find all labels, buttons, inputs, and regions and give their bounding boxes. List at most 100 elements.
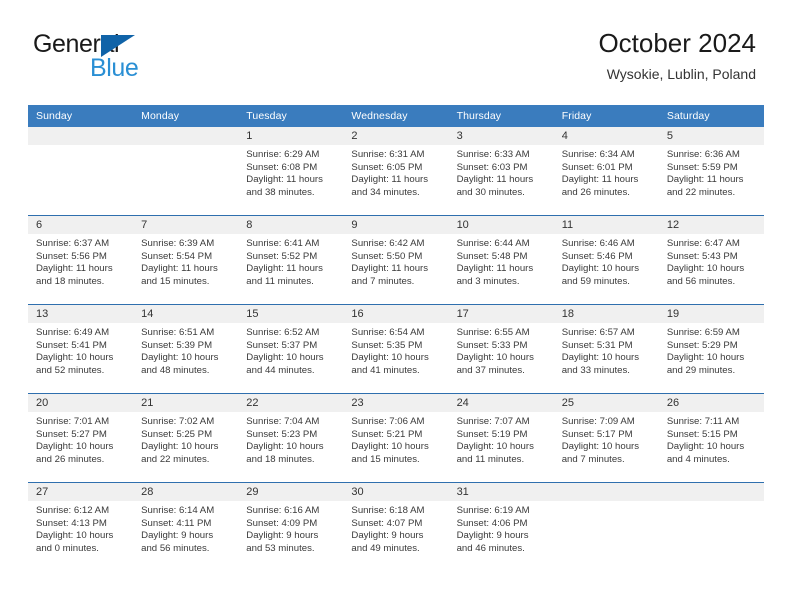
sunrise-text: Sunrise: 6:59 AM	[666, 327, 740, 338]
sunrise-text: Sunrise: 6:55 AM	[456, 327, 530, 338]
sunrise-text: Sunrise: 6:33 AM	[456, 149, 530, 160]
day-number: 17	[448, 305, 554, 323]
calendar-day-cell[interactable]: 9 Sunrise: 6:42 AM Sunset: 5:50 PM Daylight…	[343, 216, 449, 305]
sunset-text: Sunset: 5:35 PM	[351, 339, 423, 351]
day-cell-inner	[28, 127, 134, 215]
day-number: 12	[658, 216, 764, 234]
daylight-text-line1: Daylight: 10 hours	[456, 352, 534, 364]
daylight-text-line1: Daylight: 10 hours	[561, 263, 640, 275]
daylight-text-line1: Daylight: 9 hours	[246, 530, 319, 542]
sunrise-text: Sunrise: 6:19 AM	[456, 505, 530, 516]
calendar-day-cell[interactable]: 4 Sunrise: 6:34 AM Sunset: 6:01 PM Daylight…	[553, 127, 659, 216]
calendar-day-cell[interactable]: 8 Sunrise: 6:41 AM Sunset: 5:52 PM Daylight…	[238, 216, 344, 305]
calendar-day-cell[interactable]: 5 Sunrise: 6:36 AM Sunset: 5:59 PM Daylight…	[658, 127, 764, 216]
day-number: 19	[658, 305, 764, 323]
day-cell-inner: 1 Sunrise: 6:29 AM Sunset: 6:08 PM Daylight…	[238, 127, 344, 215]
calendar-day-cell[interactable]: 15 Sunrise: 6:52 AM Sunset: 5:37 PM Dayligh…	[238, 305, 344, 394]
calendar-day-cell[interactable]: 17 Sunrise: 6:55 AM Sunset: 5:33 PM Dayligh…	[448, 305, 554, 394]
day-number: 15	[238, 305, 344, 323]
daylight-text-line1: Daylight: 10 hours	[561, 441, 640, 453]
day-number: 6	[28, 216, 134, 234]
calendar-day-cell[interactable]: 18 Sunrise: 6:57 AM Sunset: 5:31 PM Dayligh…	[553, 305, 659, 394]
sunrise-text: Sunrise: 6:42 AM	[351, 238, 425, 249]
calendar-day-cell[interactable]: 13 Sunrise: 6:49 AM Sunset: 5:41 PM Dayligh…	[28, 305, 134, 394]
day-sun-info: Sunrise: 6:57 AM Sunset: 5:31 PM Daylight:…	[554, 323, 659, 377]
sunset-text: Sunset: 5:25 PM	[141, 428, 213, 440]
calendar-page: General Blue October 2024 Wysokie, Lubli…	[0, 0, 792, 612]
day-number: 5	[658, 127, 764, 145]
daylight-text-line1: Daylight: 10 hours	[36, 441, 114, 453]
calendar-day-cell[interactable]: 30 Sunrise: 6:18 AM Sunset: 4:07 PM Dayligh…	[343, 483, 449, 571]
brand-logo[interactable]: General Blue	[33, 32, 193, 84]
sunset-text: Sunset: 5:59 PM	[666, 161, 738, 173]
day-cell-inner: 11 Sunrise: 6:46 AM Sunset: 5:46 PM Dayligh…	[553, 216, 659, 304]
daylight-text-line1: Daylight: 10 hours	[666, 352, 745, 364]
daylight-text-line2: and 18 minutes.	[246, 453, 315, 465]
sunset-text: Sunset: 5:56 PM	[36, 250, 107, 262]
calendar-day-cell[interactable]: 24 Sunrise: 7:07 AM Sunset: 5:19 PM Dayligh…	[448, 394, 554, 483]
daylight-text-line1: Daylight: 11 hours	[456, 174, 534, 186]
sunrise-text: Sunrise: 6:47 AM	[666, 238, 740, 249]
day-cell-inner: 12 Sunrise: 6:47 AM Sunset: 5:43 PM Dayligh…	[658, 216, 764, 304]
calendar-day-cell[interactable]: 20 Sunrise: 7:01 AM Sunset: 5:27 PM Dayligh…	[28, 394, 134, 483]
calendar-day-cell-empty	[28, 127, 134, 216]
calendar-day-cell[interactable]: 26 Sunrise: 7:11 AM Sunset: 5:15 PM Dayligh…	[658, 394, 764, 483]
calendar-day-cell[interactable]: 25 Sunrise: 7:09 AM Sunset: 5:17 PM Dayligh…	[553, 394, 659, 483]
calendar-day-cell[interactable]: 22 Sunrise: 7:04 AM Sunset: 5:23 PM Dayligh…	[238, 394, 344, 483]
weekday-header-friday: Friday	[553, 105, 659, 127]
sunrise-text: Sunrise: 6:16 AM	[246, 505, 320, 516]
calendar-day-cell[interactable]: 3 Sunrise: 6:33 AM Sunset: 6:03 PM Daylight…	[448, 127, 554, 216]
daylight-text-line1: Daylight: 10 hours	[561, 352, 640, 364]
calendar-grid: Sunday Monday Tuesday Wednesday Thursday…	[28, 105, 764, 571]
daylight-text-line2: and 37 minutes.	[456, 364, 525, 376]
calendar-day-cell[interactable]: 23 Sunrise: 7:06 AM Sunset: 5:21 PM Dayligh…	[343, 394, 449, 483]
day-number: 8	[238, 216, 344, 234]
daylight-text-line2: and 59 minutes.	[561, 275, 630, 287]
daylight-text-line1: Daylight: 10 hours	[36, 352, 114, 364]
sunrise-text: Sunrise: 6:51 AM	[141, 327, 215, 338]
daylight-text-line2: and 26 minutes.	[561, 186, 630, 198]
calendar-day-cell[interactable]: 31 Sunrise: 6:19 AM Sunset: 4:06 PM Dayligh…	[448, 483, 554, 571]
day-cell-inner: 10 Sunrise: 6:44 AM Sunset: 5:48 PM Dayligh…	[448, 216, 554, 304]
sunset-text: Sunset: 5:46 PM	[561, 250, 633, 262]
day-cell-inner: 16 Sunrise: 6:54 AM Sunset: 5:35 PM Dayligh…	[343, 305, 449, 393]
calendar-day-cell[interactable]: 6 Sunrise: 6:37 AM Sunset: 5:56 PM Daylight…	[28, 216, 134, 305]
calendar-day-cell[interactable]: 14 Sunrise: 6:51 AM Sunset: 5:39 PM Dayligh…	[133, 305, 239, 394]
calendar-day-cell[interactable]: 7 Sunrise: 6:39 AM Sunset: 5:54 PM Daylight…	[133, 216, 239, 305]
calendar-day-cell[interactable]: 10 Sunrise: 6:44 AM Sunset: 5:48 PM Dayligh…	[448, 216, 554, 305]
day-sun-info: Sunrise: 7:07 AM Sunset: 5:19 PM Daylight:…	[449, 412, 554, 466]
sunset-text: Sunset: 5:33 PM	[456, 339, 528, 351]
daylight-text-line1: Daylight: 11 hours	[666, 174, 744, 186]
calendar-day-cell[interactable]: 16 Sunrise: 6:54 AM Sunset: 5:35 PM Dayligh…	[343, 305, 449, 394]
sunset-text: Sunset: 5:41 PM	[36, 339, 107, 351]
daylight-text-line2: and 11 minutes.	[456, 453, 525, 465]
day-sun-info: Sunrise: 6:36 AM Sunset: 5:59 PM Daylight:…	[659, 145, 764, 199]
sunrise-text: Sunrise: 7:07 AM	[456, 416, 530, 427]
calendar-day-cell[interactable]: 1 Sunrise: 6:29 AM Sunset: 6:08 PM Daylight…	[238, 127, 344, 216]
daylight-text-line1: Daylight: 11 hours	[351, 263, 429, 275]
page-header: General Blue October 2024 Wysokie, Lubli…	[0, 0, 792, 104]
calendar-day-cell[interactable]: 28 Sunrise: 6:14 AM Sunset: 4:11 PM Dayligh…	[133, 483, 239, 571]
calendar-day-cell[interactable]: 11 Sunrise: 6:46 AM Sunset: 5:46 PM Dayligh…	[553, 216, 659, 305]
day-cell-inner: 6 Sunrise: 6:37 AM Sunset: 5:56 PM Daylight…	[28, 216, 134, 304]
day-sun-info: Sunrise: 6:14 AM Sunset: 4:11 PM Daylight:…	[133, 501, 238, 555]
day-number: 28	[133, 483, 239, 501]
calendar-day-cell[interactable]: 29 Sunrise: 6:16 AM Sunset: 4:09 PM Dayligh…	[238, 483, 344, 571]
day-sun-info: Sunrise: 6:31 AM Sunset: 6:05 PM Daylight:…	[343, 145, 448, 199]
calendar-day-cell[interactable]: 2 Sunrise: 6:31 AM Sunset: 6:05 PM Daylight…	[343, 127, 449, 216]
sunset-text: Sunset: 5:27 PM	[36, 428, 107, 440]
calendar-day-cell[interactable]: 21 Sunrise: 7:02 AM Sunset: 5:25 PM Dayligh…	[133, 394, 239, 483]
calendar-day-cell[interactable]: 19 Sunrise: 6:59 AM Sunset: 5:29 PM Dayligh…	[658, 305, 764, 394]
day-sun-info: Sunrise: 6:19 AM Sunset: 4:06 PM Daylight:…	[449, 501, 554, 555]
day-number: 9	[343, 216, 449, 234]
calendar-day-cell[interactable]: 12 Sunrise: 6:47 AM Sunset: 5:43 PM Dayligh…	[658, 216, 764, 305]
calendar-day-cell[interactable]: 27 Sunrise: 6:12 AM Sunset: 4:13 PM Dayligh…	[28, 483, 134, 571]
sunset-text: Sunset: 5:50 PM	[351, 250, 423, 262]
daylight-text-line1: Daylight: 11 hours	[561, 174, 639, 186]
sunset-text: Sunset: 5:21 PM	[351, 428, 423, 440]
daylight-text-line2: and 56 minutes.	[141, 542, 210, 554]
daylight-text-line2: and 0 minutes.	[36, 542, 99, 554]
daylight-text-line2: and 15 minutes.	[141, 275, 210, 287]
daylight-text-line2: and 41 minutes.	[351, 364, 420, 376]
daylight-text-line2: and 11 minutes.	[246, 275, 314, 287]
